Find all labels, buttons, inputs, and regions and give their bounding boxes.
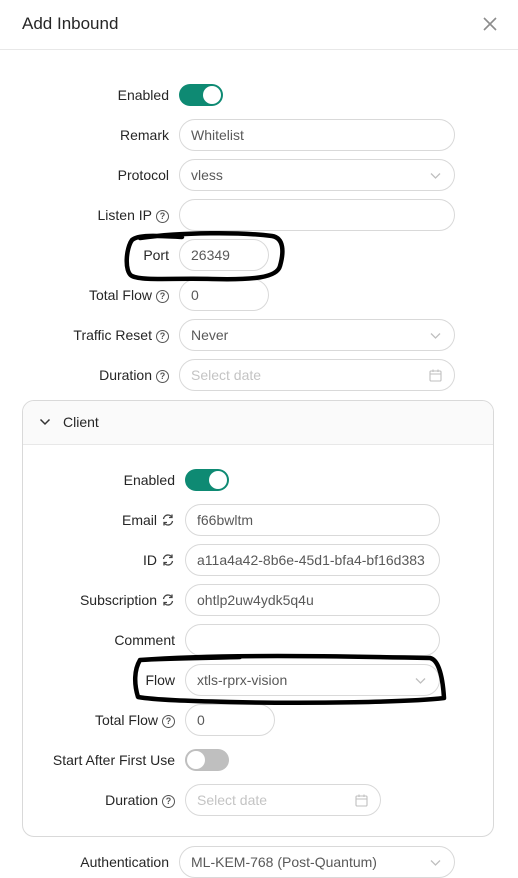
client-email-input[interactable]: f66bwltm (185, 504, 440, 536)
enabled-row: Enabled (0, 79, 518, 111)
traffic-reset-value: Never (191, 327, 229, 343)
close-icon[interactable] (481, 15, 499, 33)
client-total-flow-label: Total Flow? (95, 704, 175, 736)
client-id-label: ID (143, 544, 175, 576)
client-duration-row: Duration? Select date (0, 784, 518, 816)
client-flow-value: xtls-rprx-vision (197, 672, 288, 688)
total-flow-label: Total Flow? (89, 279, 169, 311)
total-flow-input[interactable]: 0 (179, 279, 269, 311)
traffic-reset-select[interactable]: Never (179, 319, 455, 351)
help-icon[interactable]: ? (162, 795, 175, 808)
remark-input[interactable]: Whitelist (179, 119, 455, 151)
client-panel-title: Client (63, 414, 99, 430)
port-label: Port (143, 247, 169, 263)
total-flow-row: Total Flow? 0 (0, 279, 518, 311)
client-email-label: Email (122, 504, 175, 536)
client-duration-placeholder: Select date (197, 792, 268, 808)
chevron-down-icon (430, 333, 441, 339)
switch-knob (209, 471, 227, 489)
duration-label: Duration? (99, 359, 169, 391)
remark-label: Remark (119, 127, 169, 143)
client-flow-row: Flow xtls-rprx-vision (0, 664, 518, 696)
authentication-select[interactable]: ML-KEM-768 (Post-Quantum) (179, 846, 455, 878)
modal-title: Add Inbound (22, 14, 119, 33)
client-start-after-first-use-label: Start After First Use (52, 752, 175, 768)
client-flow-label: Flow (145, 672, 175, 688)
protocol-label: Protocol (117, 167, 169, 183)
switch-knob (187, 751, 205, 769)
chevron-down-icon (39, 418, 51, 426)
calendar-icon (429, 369, 442, 382)
traffic-reset-label: Traffic Reset? (73, 319, 169, 351)
duration-date-picker[interactable]: Select date (179, 359, 455, 391)
client-enabled-label: Enabled (123, 472, 175, 488)
client-id-row: ID a11a4a42-8b6e-45d1-bfa4-bf16d383 (0, 544, 518, 576)
chevron-down-icon (415, 678, 426, 684)
client-start-after-first-use-row: Start After First Use (0, 744, 518, 776)
client-comment-row: Comment (0, 624, 518, 656)
duration-row: Duration? Select date (0, 359, 518, 391)
enabled-switch[interactable] (179, 84, 223, 106)
enabled-label: Enabled (117, 87, 169, 103)
protocol-row: Protocol vless (0, 159, 518, 191)
client-subscription-input[interactable]: ohtlp2uw4ydk5q4u (185, 584, 440, 616)
start-after-first-use-switch[interactable] (185, 749, 229, 771)
sync-icon[interactable] (161, 553, 175, 567)
authentication-row: Authentication ML-KEM-768 (Post-Quantum) (0, 846, 518, 878)
client-email-row: Email f66bwltm (0, 504, 518, 536)
traffic-reset-row: Traffic Reset? Never (0, 319, 518, 351)
protocol-value: vless (191, 167, 223, 183)
client-total-flow-input[interactable]: 0 (185, 704, 275, 736)
modal-header: Add Inbound (0, 0, 518, 50)
client-comment-input[interactable] (185, 624, 440, 656)
client-subscription-row: Subscription ohtlp2uw4ydk5q4u (0, 584, 518, 616)
sync-icon[interactable] (161, 593, 175, 607)
help-icon[interactable]: ? (156, 210, 169, 223)
client-enabled-switch[interactable] (185, 469, 229, 491)
port-input[interactable]: 26349 (179, 239, 269, 271)
client-duration-label: Duration? (105, 784, 175, 816)
chevron-down-icon (430, 173, 441, 179)
port-row: Port 26349 (0, 239, 518, 271)
client-panel-header[interactable]: Client (23, 401, 493, 445)
remark-row: Remark Whitelist (0, 119, 518, 151)
switch-knob (203, 86, 221, 104)
sync-icon[interactable] (161, 513, 175, 527)
authentication-value: ML-KEM-768 (Post-Quantum) (191, 854, 377, 870)
help-icon[interactable]: ? (162, 715, 175, 728)
client-comment-label: Comment (114, 632, 175, 648)
calendar-icon (355, 794, 368, 807)
help-icon[interactable]: ? (156, 330, 169, 343)
duration-placeholder: Select date (191, 367, 262, 383)
authentication-label: Authentication (80, 854, 169, 870)
client-total-flow-row: Total Flow? 0 (0, 704, 518, 736)
chevron-down-icon (430, 860, 441, 866)
protocol-select[interactable]: vless (179, 159, 455, 191)
listen-ip-label: Listen IP? (98, 199, 169, 231)
help-icon[interactable]: ? (156, 290, 169, 303)
listen-ip-input[interactable] (179, 199, 455, 231)
listen-ip-row: Listen IP? (0, 199, 518, 231)
client-id-input[interactable]: a11a4a42-8b6e-45d1-bfa4-bf16d383 (185, 544, 440, 576)
client-enabled-row: Enabled (0, 464, 518, 496)
help-icon[interactable]: ? (156, 370, 169, 383)
client-duration-date-picker[interactable]: Select date (185, 784, 381, 816)
client-flow-select[interactable]: xtls-rprx-vision (185, 664, 440, 696)
client-subscription-label: Subscription (80, 584, 175, 616)
